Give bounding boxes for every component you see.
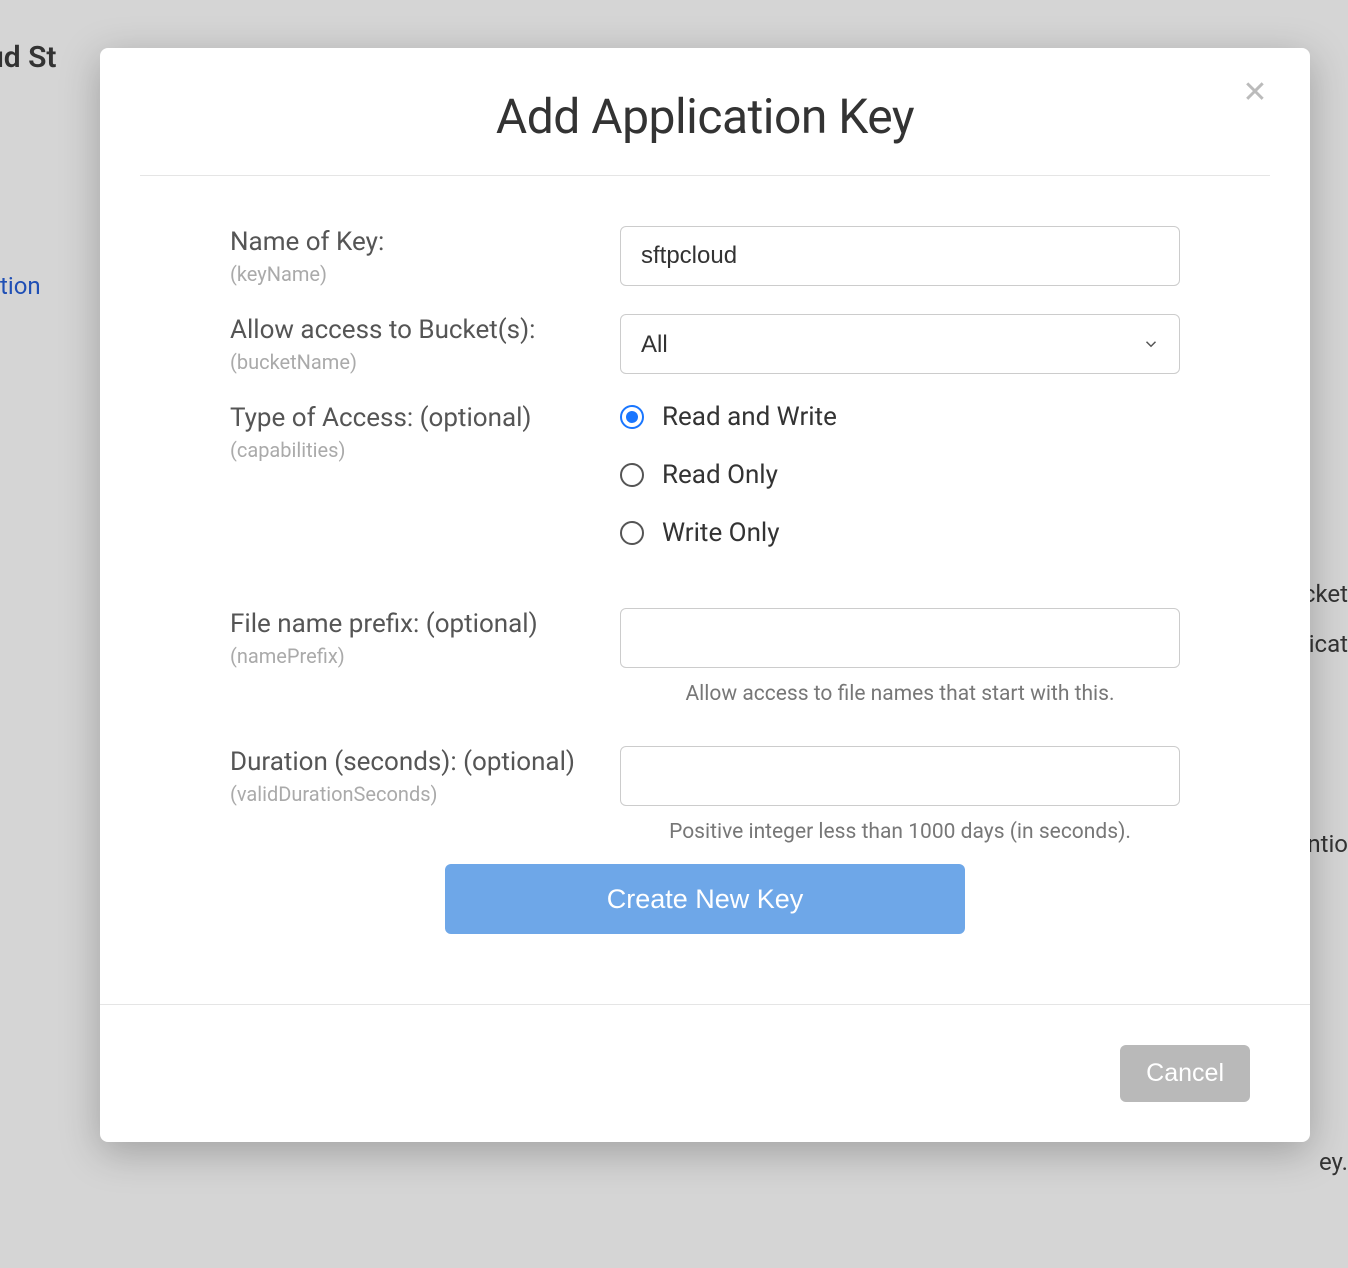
- close-button[interactable]: ✕: [1240, 78, 1270, 108]
- bucket-select[interactable]: All: [620, 314, 1180, 374]
- label-col: Allow access to Bucket(s): (bucketName): [230, 314, 620, 374]
- field-bucket-label: Allow access to Bucket(s):: [230, 314, 600, 348]
- input-col: [620, 226, 1180, 286]
- field-prefix-row: File name prefix: (optional) (namePrefix…: [230, 608, 1180, 706]
- bg-text: oud St: [0, 40, 56, 75]
- bg-text: ey.: [1319, 1148, 1348, 1176]
- input-col: Allow access to file names that start wi…: [620, 608, 1180, 706]
- radio-icon: [620, 405, 644, 429]
- field-bucket-row: Allow access to Bucket(s): (bucketName) …: [230, 314, 1180, 374]
- modal-header: Add Application Key ✕: [100, 48, 1310, 175]
- key-name-input[interactable]: [620, 226, 1180, 286]
- label-col: File name prefix: (optional) (namePrefix…: [230, 608, 620, 706]
- field-name-sublabel: (keyName): [230, 262, 600, 286]
- prefix-input[interactable]: [620, 608, 1180, 668]
- duration-help-text: Positive integer less than 1000 days (in…: [620, 820, 1180, 844]
- input-col: Read and Write Read Only Write Only: [620, 402, 1180, 548]
- add-app-key-modal: Add Application Key ✕ Name of Key: (keyN…: [100, 48, 1310, 1142]
- modal-footer: Cancel: [100, 1004, 1310, 1142]
- prefix-help-text: Allow access to file names that start wi…: [620, 682, 1180, 706]
- field-name-row: Name of Key: (keyName): [230, 226, 1180, 286]
- field-prefix-label: File name prefix: (optional): [230, 608, 600, 642]
- radio-icon: [620, 521, 644, 545]
- radio-label: Read Only: [662, 460, 778, 490]
- field-duration-row: Duration (seconds): (optional) (validDur…: [230, 746, 1180, 844]
- field-bucket-sublabel: (bucketName): [230, 350, 600, 374]
- radio-read-only[interactable]: Read Only: [620, 460, 1180, 490]
- label-col: Type of Access: (optional) (capabilities…: [230, 402, 620, 548]
- access-radio-group: Read and Write Read Only Write Only: [620, 402, 1180, 548]
- cancel-button[interactable]: Cancel: [1120, 1045, 1250, 1102]
- input-col: Positive integer less than 1000 days (in…: [620, 746, 1180, 844]
- field-name-label: Name of Key:: [230, 226, 600, 260]
- create-new-key-button[interactable]: Create New Key: [445, 864, 965, 934]
- input-col: All: [620, 314, 1180, 374]
- field-access-label: Type of Access: (optional): [230, 402, 600, 436]
- field-duration-label: Duration (seconds): (optional): [230, 746, 600, 780]
- bg-text: tion: [0, 272, 41, 300]
- duration-input[interactable]: [620, 746, 1180, 806]
- field-duration-sublabel: (validDurationSeconds): [230, 782, 600, 806]
- close-icon: ✕: [1242, 76, 1267, 109]
- label-col: Duration (seconds): (optional) (validDur…: [230, 746, 620, 844]
- radio-label: Read and Write: [662, 402, 837, 432]
- radio-icon: [620, 463, 644, 487]
- radio-read-write[interactable]: Read and Write: [620, 402, 1180, 432]
- radio-write-only[interactable]: Write Only: [620, 518, 1180, 548]
- label-col: Name of Key: (keyName): [230, 226, 620, 286]
- radio-label: Write Only: [662, 518, 780, 548]
- field-access-row: Type of Access: (optional) (capabilities…: [230, 402, 1180, 548]
- field-prefix-sublabel: (namePrefix): [230, 644, 600, 668]
- bucket-select-wrapper: All: [620, 314, 1180, 374]
- modal-body: Name of Key: (keyName) Allow access to B…: [100, 176, 1310, 1004]
- modal-title: Add Application Key: [140, 88, 1270, 145]
- field-access-sublabel: (capabilities): [230, 438, 600, 462]
